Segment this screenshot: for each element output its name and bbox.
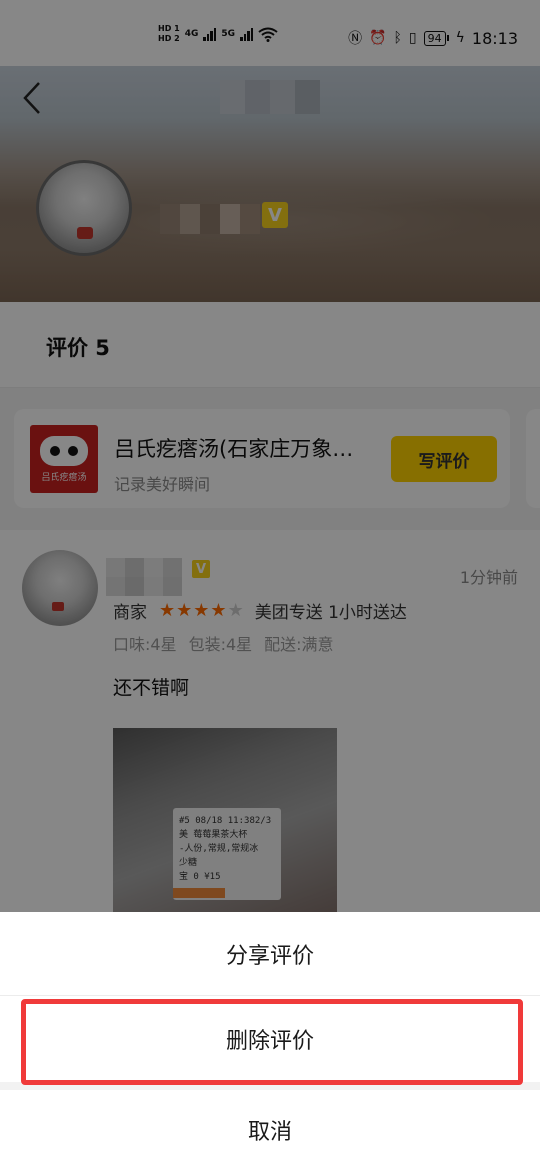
share-review-button[interactable]: 分享评价 <box>0 912 540 996</box>
delete-review-button[interactable]: 删除评价 <box>0 996 540 1082</box>
action-sheet: 分享评价 删除评价 取消 <box>0 912 540 1170</box>
cancel-button[interactable]: 取消 <box>0 1090 540 1170</box>
sheet-divider <box>0 1082 540 1090</box>
